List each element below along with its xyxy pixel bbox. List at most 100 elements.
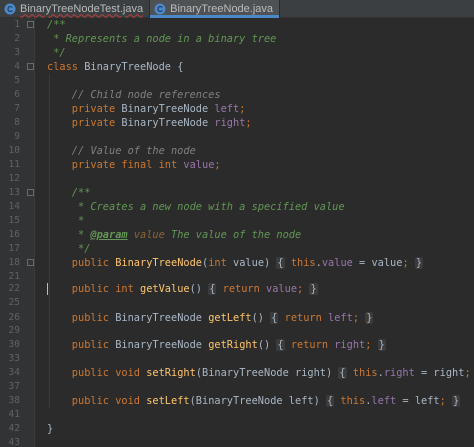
code-token: class xyxy=(47,61,85,73)
code-editor[interactable]: /** * Represents a node in a binary tree… xyxy=(35,18,474,447)
code-line: public void setRight(BinaryTreeNode righ… xyxy=(47,366,474,380)
line-number: 16 xyxy=(8,229,20,240)
code-token: * Creates a new node with a specified va… xyxy=(47,201,345,213)
code-token: value) xyxy=(233,257,277,269)
line-number: 43 xyxy=(8,437,20,447)
code-token: BinaryTreeNode xyxy=(121,117,215,129)
code-token: ; xyxy=(365,339,378,351)
code-token: setLeft xyxy=(146,395,190,407)
code-token: ; xyxy=(239,103,246,115)
folded-brace[interactable]: { xyxy=(276,257,285,269)
folded-brace[interactable]: } xyxy=(377,339,386,351)
code-token: left xyxy=(371,395,397,407)
tab-binarytreenodetest-java[interactable]: C BinaryTreeNodeTest.java xyxy=(0,0,151,17)
java-class-icon: C xyxy=(154,3,166,15)
line-number: 41 xyxy=(8,409,20,420)
code-line: // Value of the node xyxy=(47,144,196,158)
code-line: public BinaryTreeNode getLeft() { return… xyxy=(47,311,374,325)
code-token: (BinaryTreeNode right) xyxy=(195,367,339,379)
code-line: * xyxy=(47,214,84,228)
code-line: private BinaryTreeNode left; xyxy=(47,102,246,116)
code-token: private final int xyxy=(47,159,184,171)
code-token: ; xyxy=(402,257,415,269)
code-token: return xyxy=(222,283,267,295)
code-token: // Child node references xyxy=(47,89,221,101)
code-token: private xyxy=(47,117,122,129)
tab-binarytreenode-java[interactable]: C BinaryTreeNode.java xyxy=(150,0,281,18)
line-number: 15 xyxy=(8,215,20,226)
tab-label: BinaryTreeNodeTest.java xyxy=(20,2,144,15)
code-token: /** xyxy=(47,187,91,199)
line-number: 1 xyxy=(14,19,20,30)
code-token: */ xyxy=(47,47,66,59)
code-token: this xyxy=(290,257,316,269)
code-token: () xyxy=(251,312,271,324)
code-token: = right xyxy=(414,367,465,379)
code-token: ; xyxy=(297,283,310,295)
code-token: ; xyxy=(464,367,471,379)
code-token: public xyxy=(47,339,116,351)
code-token: right xyxy=(334,339,366,351)
code-line: * @param value The value of the node xyxy=(47,228,301,242)
editor-tab-bar: C BinaryTreeNodeTest.java C BinaryTreeNode.… xyxy=(0,0,474,18)
folded-brace[interactable]: } xyxy=(414,257,424,269)
code-token: ; xyxy=(214,159,221,171)
code-token: value xyxy=(133,229,165,241)
code-token: this xyxy=(340,395,366,407)
code-token: value xyxy=(321,257,353,269)
code-token: () xyxy=(257,339,277,351)
folded-brace[interactable]: { xyxy=(338,367,347,379)
code-token: setRight xyxy=(146,367,196,379)
code-line: public int getValue() { return value; } xyxy=(47,282,318,296)
code-line: private BinaryTreeNode right; xyxy=(47,116,252,130)
code-token: right xyxy=(214,117,246,129)
code-line: class BinaryTreeNode { xyxy=(47,60,183,74)
code-token: /** xyxy=(47,19,66,31)
code-token: ; xyxy=(439,395,453,407)
folded-brace[interactable]: } xyxy=(309,283,318,295)
code-token: * xyxy=(47,215,85,227)
code-token: public void xyxy=(47,395,147,407)
code-token: public xyxy=(47,312,116,324)
tab-label: BinaryTreeNode.java xyxy=(170,2,274,15)
code-token: getLeft xyxy=(208,312,252,324)
svg-text:C: C xyxy=(157,5,163,14)
code-token: */ xyxy=(47,243,91,255)
code-token: private xyxy=(47,103,122,115)
line-number: 37 xyxy=(8,381,20,392)
line-number: 11 xyxy=(8,159,20,170)
code-token: public xyxy=(47,257,116,269)
code-line: */ xyxy=(47,46,66,60)
fold-marker-icon[interactable] xyxy=(27,189,34,196)
line-number: 5 xyxy=(14,75,20,86)
line-number: 3 xyxy=(14,47,20,58)
folded-brace[interactable]: { xyxy=(326,395,335,407)
line-number: 7 xyxy=(14,103,20,114)
code-line: * Creates a new node with a specified va… xyxy=(47,200,345,214)
folded-brace[interactable]: { xyxy=(276,339,285,351)
line-number: 6 xyxy=(14,89,20,100)
line-number: 38 xyxy=(8,395,20,406)
code-token: The value of the node xyxy=(164,229,302,241)
fold-marker-icon[interactable] xyxy=(27,21,34,28)
fold-marker-icon[interactable] xyxy=(27,259,34,266)
java-class-icon: C xyxy=(4,3,16,15)
line-number: 13 xyxy=(8,187,20,198)
line-number: 18 xyxy=(8,257,20,268)
code-line: /** xyxy=(47,18,66,32)
code-token: BinaryTreeNode xyxy=(115,339,209,351)
code-token: return xyxy=(284,312,329,324)
folded-brace[interactable]: } xyxy=(365,312,374,324)
code-token: * Represents a node in a binary tree xyxy=(47,33,277,45)
line-number: 4 xyxy=(14,61,20,72)
line-number: 29 xyxy=(8,325,20,336)
line-number: 25 xyxy=(8,297,20,308)
svg-text:C: C xyxy=(7,5,13,14)
code-token: BinaryTreeNode xyxy=(115,312,209,324)
line-number: 2 xyxy=(14,33,20,44)
folded-brace[interactable]: } xyxy=(452,395,461,407)
code-token: (BinaryTreeNode left) xyxy=(189,395,326,407)
line-number-gutter[interactable]: 1 2 3 4 5 6 7 8 9 10 11 12 13 14 15 16 17 18 21 22 25 26 29 30 3… xyxy=(0,18,35,447)
code-token: ; xyxy=(352,312,366,324)
fold-marker-icon[interactable] xyxy=(27,63,34,70)
